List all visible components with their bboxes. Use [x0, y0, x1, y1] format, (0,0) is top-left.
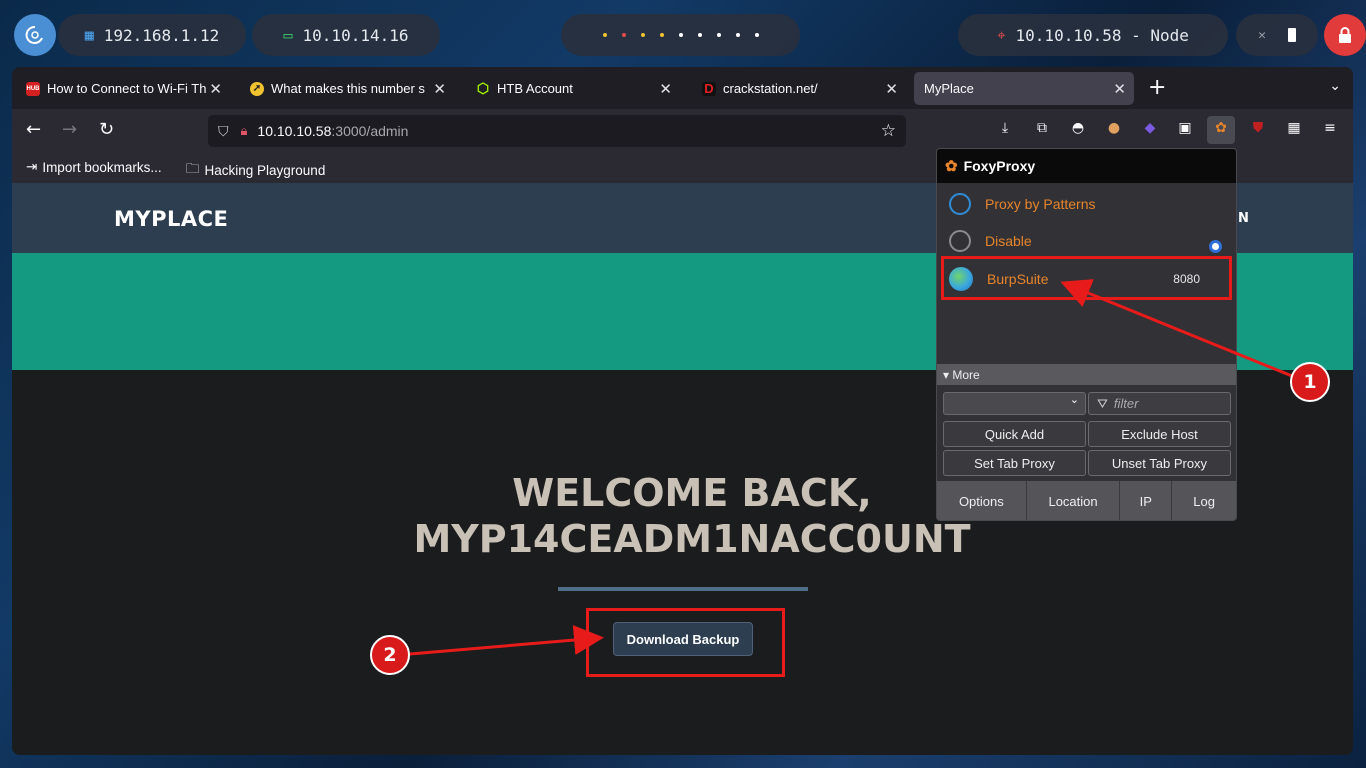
annotation-badge-1: 1 — [1290, 362, 1330, 402]
new-tab-icon[interactable]: + — [1148, 75, 1166, 100]
option-label: Disable — [985, 232, 1032, 249]
close-tab-icon[interactable]: ✕ — [433, 80, 446, 98]
annotation-box-burpsuite — [941, 256, 1232, 300]
insecure-lock-icon[interactable]: 🔒︎ — [241, 123, 248, 139]
target-text: 10.10.10.58 - Node — [1015, 25, 1189, 45]
desktop-top-bar: ▦ 192.168.1.12 ▭ 10.10.14.16 ⌖ 10.10.10.… — [0, 0, 1366, 70]
import-bookmarks-link[interactable]: ⇥ Import bookmarks... — [26, 159, 162, 175]
proxy-by-patterns-option[interactable]: Proxy by Patterns — [937, 185, 1236, 222]
tab-htb-account[interactable]: ⬡ HTB Account ✕ — [466, 72, 680, 105]
shield-icon[interactable]: ⛉ — [218, 123, 229, 140]
foxyproxy-header: ✿ FoxyProxy — [937, 149, 1236, 183]
disable-option[interactable]: Disable — [937, 222, 1236, 259]
import-icon: ⇥ — [26, 159, 38, 174]
extensions-icon[interactable]: ⧉ — [1032, 120, 1052, 140]
network-icon: ▦ — [84, 26, 94, 44]
local-ip-pill[interactable]: ▦ 192.168.1.12 — [58, 14, 246, 56]
proxy-select[interactable]: ⌄ — [943, 392, 1086, 415]
lock-icon[interactable] — [1324, 14, 1366, 56]
downloads-icon[interactable]: ⤓ — [995, 120, 1015, 140]
close-tab-icon[interactable]: ✕ — [1113, 80, 1126, 98]
foxyproxy-footer: Options Location IP Log — [937, 481, 1236, 520]
menu-hamburger-icon[interactable]: ≡ — [1320, 120, 1340, 140]
welcome-username: MYP14CEADM1NACC0UNT — [413, 517, 971, 561]
foxyproxy-popup: ✿ FoxyProxy Proxy by Patterns Disable Bu… — [936, 148, 1237, 521]
power-icon — [949, 192, 971, 215]
wappalyzer-icon[interactable]: ◆ — [1140, 120, 1160, 140]
foxyproxy-title: FoxyProxy — [963, 158, 1036, 174]
annotation-box-download — [586, 608, 785, 677]
reload-icon[interactable]: ↻ — [99, 119, 114, 140]
tab-title: HTB Account — [497, 81, 573, 96]
target-icon: ⌖ — [997, 26, 1006, 44]
bookmark-label: Import bookmarks... — [42, 159, 162, 175]
hub-red-icon: HUB — [26, 81, 40, 96]
close-tab-icon[interactable]: ✕ — [659, 80, 672, 98]
power-off-icon — [949, 229, 971, 252]
workspaces-pill[interactable] — [561, 14, 800, 56]
ublock-icon[interactable]: ⛊ — [1248, 120, 1268, 140]
options-tab[interactable]: Options — [937, 481, 1027, 520]
tab-title: What makes this number s — [271, 81, 425, 96]
battery-icon[interactable] — [1287, 28, 1296, 42]
forward-icon[interactable]: → — [62, 119, 77, 140]
vpn-ip-text: 10.10.14.16 — [302, 25, 409, 45]
set-tab-proxy-button[interactable]: Set Tab Proxy — [943, 450, 1086, 476]
local-ip-text: 192.168.1.12 — [103, 25, 220, 45]
foxyproxy-logo-icon: ✿ — [945, 158, 958, 175]
qr-code-icon[interactable]: ▦ — [1284, 120, 1304, 140]
selected-radio-indicator — [1209, 240, 1222, 253]
quick-add-button[interactable]: Quick Add — [943, 421, 1086, 447]
workspace-dots[interactable] — [602, 33, 759, 37]
rocket-yellow-icon: ➚ — [250, 81, 264, 96]
tab-title: MyPlace — [924, 81, 974, 96]
cards-ext-icon[interactable]: ▣ — [1175, 120, 1195, 140]
laptop-icon: ▭ — [283, 26, 293, 44]
ip-tab[interactable]: IP — [1120, 481, 1173, 520]
url-bar[interactable]: ⛉ 🔒︎ 10.10.10.58:3000/admin ☆ — [208, 115, 906, 147]
annotation-badge-2: 2 — [370, 635, 410, 675]
target-pill[interactable]: ⌖ 10.10.10.58 - Node — [958, 14, 1228, 56]
navigation-toolbar: ← → ↻ ⛉ 🔒︎ 10.10.10.58:3000/admin ☆ ⤓ ⧉ … — [12, 109, 1353, 153]
incognito-ext-icon[interactable]: ◓ — [1068, 120, 1088, 140]
back-icon[interactable]: ← — [26, 119, 41, 140]
foxyproxy-icon[interactable]: ✿ — [1207, 116, 1235, 144]
close-tab-icon[interactable]: ✕ — [209, 80, 222, 98]
debian-menu-icon[interactable] — [14, 14, 56, 56]
crackstation-d-icon: D — [702, 81, 716, 96]
bookmark-star-icon[interactable]: ☆ — [881, 121, 896, 141]
url-text[interactable]: 10.10.10.58:3000/admin — [257, 123, 408, 139]
url-host: 10.10.10.58 — [257, 123, 332, 139]
vpn-ip-pill[interactable]: ▭ 10.10.14.16 — [252, 14, 440, 56]
url-path: :3000/admin — [331, 123, 409, 139]
filter-input[interactable]: ⛛ filter — [1088, 392, 1231, 415]
tab-number[interactable]: ➚ What makes this number s ✕ — [240, 72, 454, 105]
tab-title: crackstation.net/ — [723, 81, 818, 96]
unset-tab-proxy-button[interactable]: Unset Tab Proxy — [1088, 450, 1231, 476]
filter-placeholder: filter — [1113, 396, 1139, 411]
heading-divider — [558, 587, 808, 591]
mute-icon[interactable]: ✕ — [1258, 28, 1266, 43]
filter-icon: ⛛ — [1097, 395, 1108, 411]
log-tab[interactable]: Log — [1172, 481, 1236, 520]
chevron-down-icon[interactable]: ⌄ — [1329, 78, 1341, 94]
cookie-icon[interactable]: ● — [1104, 120, 1124, 140]
site-logo[interactable]: MYPLACE — [114, 207, 228, 231]
tab-crackstation[interactable]: D crackstation.net/ ✕ — [692, 72, 906, 105]
tray-pill[interactable]: ✕ — [1236, 14, 1318, 56]
hacking-playground-folder[interactable]: 🗀︎ Hacking Playground — [186, 159, 325, 182]
bookmark-label: Hacking Playground — [204, 163, 326, 178]
tab-wifi[interactable]: HUB How to Connect to Wi-Fi Th ✕ — [16, 72, 230, 105]
exclude-host-button[interactable]: Exclude Host — [1088, 421, 1231, 447]
location-tab[interactable]: Location — [1027, 481, 1121, 520]
site-nav-link[interactable]: N — [1238, 211, 1249, 226]
tab-myplace[interactable]: MyPlace ✕ — [914, 72, 1134, 105]
tab-strip: HUB How to Connect to Wi-Fi Th ✕ ➚ What … — [12, 67, 1353, 109]
htb-cube-icon: ⬡ — [476, 80, 490, 96]
tab-title: How to Connect to Wi-Fi Th — [47, 81, 207, 96]
option-label: Proxy by Patterns — [985, 195, 1096, 212]
folder-icon: 🗀︎ — [186, 161, 200, 176]
close-tab-icon[interactable]: ✕ — [885, 80, 898, 98]
more-toggle[interactable]: ▾ More — [937, 364, 1236, 385]
